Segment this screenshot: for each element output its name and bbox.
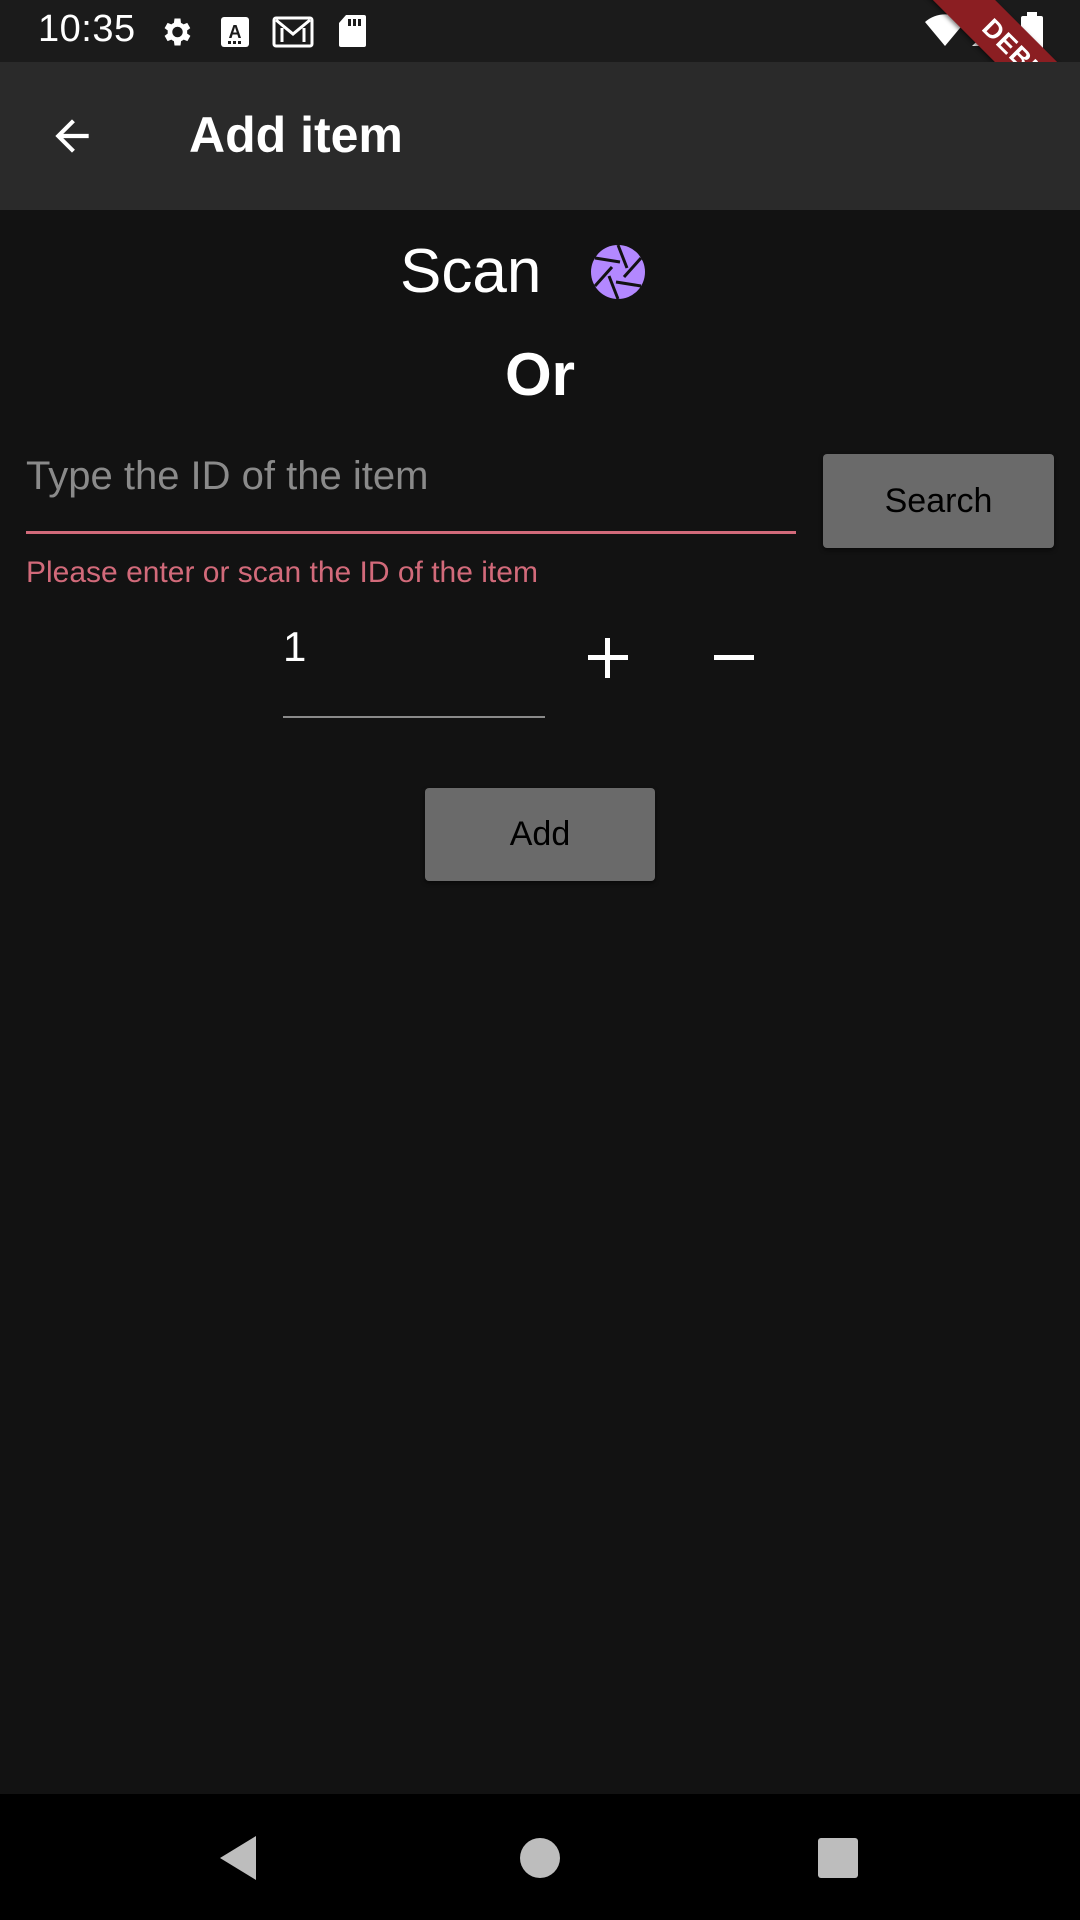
nav-home-icon[interactable] [512, 1830, 568, 1886]
gear-icon [158, 14, 194, 55]
app-bar: Add item [0, 62, 1080, 210]
sd-card-icon [338, 14, 366, 53]
item-id-input[interactable] [26, 442, 796, 534]
search-button[interactable]: Search [823, 454, 1054, 548]
id-field [26, 442, 796, 538]
nav-recents-icon[interactable] [810, 1830, 866, 1886]
add-button[interactable]: Add [425, 788, 655, 881]
system-nav-bar [0, 1794, 1080, 1920]
back-button[interactable] [30, 96, 114, 180]
quantity-field [283, 618, 545, 720]
arrow-back-icon [47, 111, 97, 166]
a-font-icon: A [220, 16, 250, 53]
increment-button[interactable] [573, 625, 643, 695]
scan-label: Scan [400, 237, 542, 306]
quantity-input[interactable] [283, 618, 545, 718]
minus-icon [711, 635, 757, 686]
or-label: Or [504, 341, 576, 408]
gmail-icon [272, 16, 314, 53]
nav-back-icon[interactable] [212, 1830, 268, 1886]
status-time: 10:35 [38, 8, 136, 50]
svg-text:A: A [229, 22, 242, 42]
status-bar: 10:35 A [0, 0, 1080, 62]
scan-row[interactable]: Scan [0, 232, 1080, 312]
page-title: Add item [189, 107, 403, 163]
plus-icon [585, 635, 631, 686]
id-error-text: Please enter or scan the ID of the item [26, 556, 538, 589]
decrement-button[interactable] [699, 625, 769, 695]
camera-aperture-icon[interactable] [590, 244, 646, 300]
